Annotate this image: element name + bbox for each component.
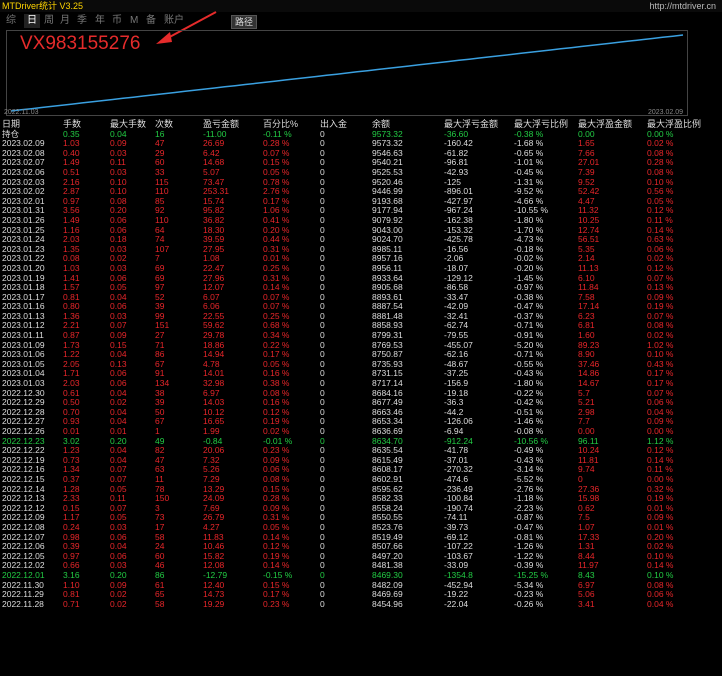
table-row[interactable]: 2023.01.03 2.03 0.06 134 32.98 0.38 % 0 8717.14… [0, 378, 722, 389]
table-row[interactable]: 2023.01.19 1.41 0.06 69 27.96 0.31 % 0 8933.64-… [0, 273, 722, 284]
table-row[interactable]: 2023.01.17 0.81 0.04 52 6.07 0.07 % 0 8893.61 -3… [0, 292, 722, 303]
table-row[interactable]: 2022.12.28 0.70 0.04 50 10.12 0.12 % 0 8663.46-… [0, 407, 722, 418]
tab-daily[interactable]: 日 [24, 14, 40, 28]
table-row[interactable]: 2023.01.24 2.03 0.18 74 39.59 0.44 % 0 9024.70-… [0, 235, 722, 245]
table-row[interactable]: 2022.11.28 0.71 0.02 58 19.29 0.23 % 0 8454.96 -… [0, 598, 722, 610]
app-title: MTDriver统计 V3.25 [2, 1, 84, 11]
table-row[interactable]: 2022.11.29 0.81 0.02 65 14.73 0.17 % 0 8469.69-… [0, 589, 722, 600]
table-row[interactable]: 2023.02.06 0.51 0.03 33 5.07 0.05 % 0 9525.53 -4… [0, 167, 722, 178]
table-row[interactable]: 2022.12.13 2.33 0.11 150 24.09 0.28 % 0 8582.33… [0, 494, 722, 504]
table-row[interactable]: 2022.12.22 1.23 0.04 82 20.06 0.23 % 0 8635.54-… [0, 446, 722, 456]
table-row[interactable]: 2022.12.23 3.02 0.20 49 -0.84 -0.01 % 0 8634.70… [0, 436, 722, 447]
table-row[interactable]: 2022.12.07 0.98 0.06 58 11.83 0.14 % 0 8519.49-… [0, 532, 722, 543]
table-row[interactable]: 2023.01.31 3.56 0.20 92 95.82 1.06 % 0 9177.94-… [0, 206, 722, 216]
table-row[interactable]: 2023.01.13 1.36 0.03 99 22.55 0.25 % 0 8881.48-… [0, 311, 722, 322]
cell-pnl: 19.29 [203, 598, 225, 609]
table-row[interactable]: 2023.02.07 1.49 0.11 60 14.68 0.15 % 0 9540.21-… [0, 158, 722, 168]
table-row[interactable]: 2022.12.14 1.28 0.05 78 13.29 0.15 % 0 8595.62-… [0, 484, 722, 495]
table-row[interactable]: 2022.12.30 0.61 0.04 38 6.97 0.08 % 0 8684.16 -1… [0, 388, 722, 399]
table-row[interactable]: 2023.02.02 2.87 0.10 110 253.31 2.76 % 0 9446.9… [0, 187, 722, 197]
table-row[interactable]: 2023.02.01 0.97 0.08 85 15.74 0.17 % 0 9193.68-… [0, 196, 722, 207]
title-bar: MTDriver统计 V3.25 http://mtdriver.cn [0, 0, 722, 12]
period-tabs: 综 日 周 月 季 年 币 M 备 账户 [0, 14, 722, 28]
tab-quarterly[interactable]: 季 [77, 14, 87, 28]
table-row[interactable]: 2023.01.22 0.08 0.02 7 1.08 0.01 % 0 8957.16 -2.… [0, 254, 722, 264]
cell-balance: 8454.96 [372, 598, 403, 609]
path-button[interactable]: 路径 [231, 15, 258, 29]
table-row[interactable]: 2023.01.06 1.22 0.04 86 14.94 0.17 % 0 8750.87-… [0, 350, 722, 360]
table-row[interactable]: 2022.12.02 0.66 0.03 46 12.08 0.14 % 0 8481.38-… [0, 561, 722, 571]
summary-row[interactable]: 持仓 0.35 0.04 16 -11.00 -0.11 % 0 9573.32 -36.60-… [0, 129, 722, 140]
table-row[interactable]: 2022.12.15 0.37 0.07 11 7.29 0.08 % 0 8602.91 -4… [0, 474, 722, 485]
table-row[interactable]: 2022.12.26 0.01 0.01 1 1.99 0.02 % 0 8636.69 -6.… [0, 426, 722, 437]
table-row[interactable]: 2023.01.11 0.87 0.09 27 29.78 0.34 % 0 8799.31-… [0, 330, 722, 341]
tab-weekly[interactable]: 周 [44, 14, 54, 28]
table-row[interactable]: 2023.02.03 2.16 0.10 115 73.47 0.78 % 0 9520.46… [0, 177, 722, 188]
tab-overview[interactable]: 综 [6, 14, 16, 28]
table-header: 日期 手数 最大手数 次数 盈亏金额 百分比% 出入金 余额 最大浮亏金额 最大浮亏比例 最大浮盈金… [0, 119, 722, 130]
table-row[interactable]: 2023.01.26 1.49 0.06 110 36.82 0.41 % 0 9079.92… [0, 215, 722, 226]
table-row[interactable]: 2022.12.19 0.73 0.04 47 7.32 0.09 % 0 8615.49 -3… [0, 455, 722, 466]
cell-inout: 0 [320, 598, 325, 609]
table-row[interactable]: 2022.12.05 0.97 0.06 60 15.82 0.19 % 0 8497.20-… [0, 551, 722, 562]
table-row[interactable]: 2022.12.06 0.39 0.04 24 10.46 0.12 % 0 8507.66-… [0, 542, 722, 552]
table-row[interactable]: 2023.01.25 1.16 0.06 64 18.30 0.20 % 0 9043.00-… [0, 225, 722, 236]
cell-count: 58 [155, 598, 165, 609]
tab-currency[interactable]: 币 [112, 14, 122, 28]
table-row[interactable]: 2023.01.09 1.73 0.15 71 18.86 0.22 % 0 8769.53-… [0, 340, 722, 351]
table-row[interactable]: 2022.12.12 0.15 0.07 3 7.69 0.09 % 0 8558.24 -19… [0, 503, 722, 514]
cell-date: 2022.11.28 [2, 598, 44, 609]
table-row[interactable]: 2022.12.09 1.17 0.05 73 26.79 0.31 % 0 8550.55-… [0, 513, 722, 523]
table-row[interactable]: 2022.12.01 3.16 0.20 86 -12.79 -0.15 % 0 8469.3… [0, 570, 722, 581]
table-row[interactable]: 2022.12.27 0.93 0.04 67 16.65 0.19 % 0 8653.34-… [0, 417, 722, 427]
cell-pct: 0.23 % [263, 598, 290, 609]
table-row[interactable]: 2023.01.05 2.05 0.13 67 4.78 0.05 % 0 8735.93 -4… [0, 359, 722, 370]
tab-magic[interactable]: M [130, 14, 138, 28]
table-row[interactable]: 2022.12.16 1.34 0.07 63 5.26 0.06 % 0 8608.17 -2… [0, 465, 722, 475]
table-row[interactable]: 2023.01.04 1.71 0.06 91 14.01 0.16 % 0 8731.15-… [0, 369, 722, 379]
table-row[interactable]: 2023.02.09 1.03 0.09 47 26.69 0.28 % 0 9573.32-… [0, 139, 722, 149]
table-row[interactable]: 2023.01.16 0.80 0.06 39 6.06 0.07 % 0 8887.54 -4… [0, 302, 722, 312]
table-row[interactable]: 2023.01.23 1.35 0.03 107 27.95 0.31 % 0 8985.11… [0, 244, 722, 255]
watermark-text: VX983155276 [20, 33, 141, 54]
cell-max-lots: 0.02 [110, 598, 127, 609]
cell-max-float-profit-pct: 0.04 % [647, 598, 674, 609]
tab-monthly[interactable]: 月 [60, 14, 70, 28]
table-row[interactable]: 2022.11.30 1.10 0.09 61 12.40 0.15 % 0 8482.09-… [0, 580, 722, 591]
table-row[interactable]: 2023.02.08 0.40 0.03 29 6.42 0.07 % 0 9546.63 -6… [0, 148, 722, 159]
table-row[interactable]: 2023.01.12 2.21 0.07 151 59.62 0.68 % 0 8858.93… [0, 321, 722, 331]
table-row[interactable]: 2023.01.20 1.03 0.03 69 22.47 0.25 % 0 8956.11-… [0, 263, 722, 274]
tab-yearly[interactable]: 年 [95, 14, 105, 28]
x-end-label: 2023.02.09 [648, 109, 684, 116]
site-link[interactable]: http://mtdriver.cn [649, 0, 716, 12]
table-row[interactable]: 2022.12.08 0.24 0.03 17 4.27 0.05 % 0 8523.76 -3… [0, 522, 722, 533]
cell-lots: 0.71 [63, 598, 80, 609]
cell-max-float-loss: -22.04 [444, 598, 469, 609]
cell-max-float-loss-pct: -0.26 % [514, 598, 544, 609]
cell-max-float-profit: 3.41 [578, 598, 595, 609]
table-row[interactable]: 2022.12.29 0.50 0.02 39 14.03 0.16 % 0 8677.49-… [0, 398, 722, 408]
table-row[interactable]: 2023.01.18 1.57 0.05 97 12.07 0.14 % 0 8905.68-… [0, 282, 722, 293]
daily-stats-table: 日期 手数 最大手数 次数 盈亏金额 百分比% 出入金 余额 最大浮亏金额 最大浮亏比例 最大浮盈金… [0, 119, 722, 610]
x-start-label: 2022.11.03 [4, 109, 39, 116]
